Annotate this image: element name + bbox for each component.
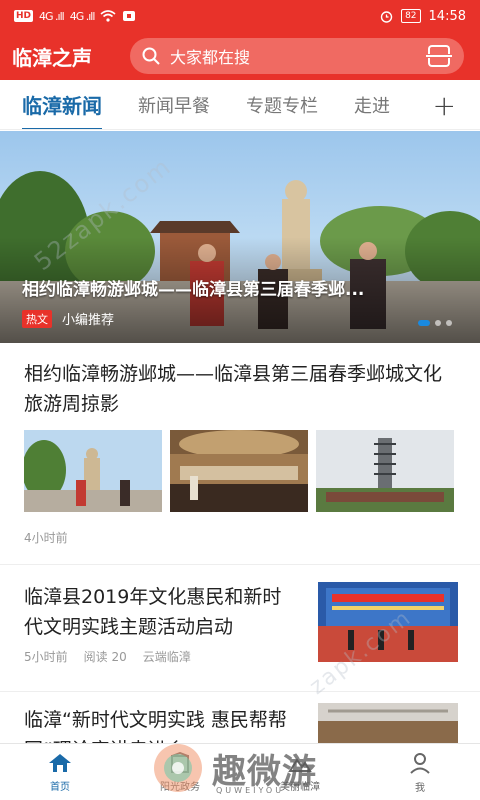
carousel-indicator [418, 320, 452, 326]
signal-icon-2: 4G .ıll [69, 9, 96, 23]
news-thumbnail [24, 430, 162, 512]
user-icon [410, 752, 430, 774]
nav-home[interactable]: 首页 [0, 744, 120, 800]
clock: 14:58 [428, 8, 466, 24]
news-title: 相约临漳畅游邺城——临漳县第三届春季邺城文化旅游周掠影 [24, 363, 443, 415]
hd-indicator: HD [14, 10, 34, 22]
government-icon [171, 751, 189, 773]
alarm-icon [380, 10, 393, 23]
notification-icon [123, 11, 136, 21]
tab-enter[interactable]: 走进 [354, 92, 390, 118]
nav-home-label: 首页 [50, 781, 70, 793]
hot-badge: 热文 [22, 309, 52, 328]
news-read-count: 阅读 20 [83, 650, 127, 664]
news-item[interactable]: 临漳县2019年文化惠民和新时代文明实践主题活动启动 5小时前 阅读 20 云端… [0, 566, 480, 692]
carousel-dot [446, 320, 452, 326]
banner-source: 小编推荐 [62, 313, 115, 328]
search-placeholder: 大家都在搜 [170, 48, 251, 67]
wifi-icon [100, 10, 116, 22]
news-source: 云端临漳 [142, 650, 191, 664]
news-thumbnails [24, 430, 454, 512]
nav-government[interactable]: 阳光政务 [120, 744, 240, 800]
banner-carousel[interactable]: 相约临漳畅游邺城——临漳县第三届春季邺... 热文 小编推荐 [0, 131, 480, 343]
category-tabs: 临漳新闻 新闻早餐 专题专栏 走进 + [0, 80, 480, 130]
tab-overflow: + [400, 80, 480, 129]
news-thumbnail [170, 430, 308, 512]
tab-news-breakfast[interactable]: 新闻早餐 [138, 92, 210, 118]
search-bar[interactable]: 大家都在搜 [130, 38, 464, 74]
nav-scenery[interactable]: 美丽临漳 [240, 744, 360, 800]
search-icon [142, 47, 160, 65]
banner-meta: 热文 小编推荐 [22, 309, 114, 328]
nav-government-label: 阳光政务 [160, 781, 200, 793]
bottom-navigation: 首页 阳光政务 美丽临漳 我 [0, 743, 480, 800]
tab-linzhang-news[interactable]: 临漳新闻 [22, 90, 102, 129]
signal-icon: 4G .ıll [39, 9, 65, 23]
banner-title: 相约临漳畅游邺城——临漳县第三届春季邺... [22, 280, 365, 300]
news-title: 临漳县2019年文化惠民和新时代文明实践主题活动启动 [24, 586, 282, 638]
home-icon [49, 753, 71, 772]
news-item[interactable]: 临漳“新时代文明实践 惠民帮帮团”理论宣讲走进乡 [0, 693, 480, 743]
news-title: 临漳“新时代文明实践 惠民帮帮团”理论宣讲走进乡 [24, 709, 287, 743]
news-item[interactable]: 相约临漳畅游邺城——临漳县第三届春季邺城文化旅游周掠影 4小时前 [0, 343, 480, 565]
status-bar: HD 4G .ıll 4G .ıll 82 14:58 [0, 0, 480, 32]
carousel-dot-active [418, 320, 430, 326]
nav-scenery-label: 美丽临漳 [280, 781, 320, 793]
news-thumbnail [316, 430, 454, 512]
add-channel-icon[interactable]: + [433, 89, 456, 122]
scan-icon[interactable] [426, 45, 452, 67]
news-time: 4小时前 [24, 531, 68, 545]
battery-indicator: 82 [401, 9, 421, 23]
landscape-icon [288, 757, 312, 772]
nav-me[interactable]: 我 [360, 744, 480, 800]
carousel-dot [435, 320, 441, 326]
app-header: 临漳之声 大家都在搜 [0, 32, 480, 80]
news-thumbnail [318, 703, 458, 743]
app-title: 临漳之声 [12, 45, 92, 70]
news-time: 5小时前 [24, 650, 68, 664]
news-meta: 5小时前 阅读 20 云端临漳 [24, 648, 191, 665]
tab-special-topics[interactable]: 专题专栏 [246, 92, 318, 118]
nav-me-label: 我 [415, 782, 425, 794]
news-thumbnail [318, 582, 458, 662]
